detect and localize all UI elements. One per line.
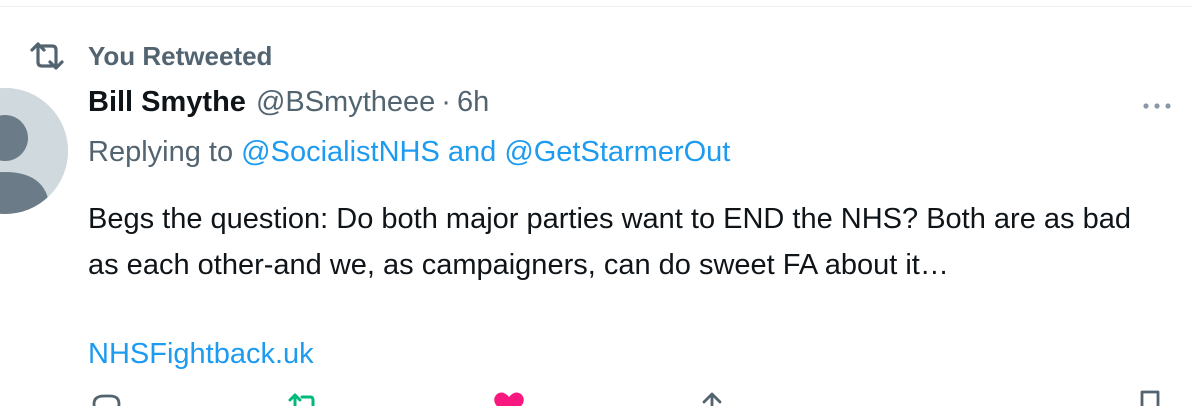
action-bar: [88, 390, 1168, 406]
mention-link[interactable]: @GetStarmerOut: [504, 136, 730, 168]
reply-icon[interactable]: [88, 390, 124, 406]
tweet-link[interactable]: NHSFightback.uk: [88, 334, 314, 374]
tweet-time[interactable]: 6h: [457, 86, 489, 119]
more-dots-icon: [1143, 103, 1171, 109]
more-options-button[interactable]: [1140, 94, 1174, 118]
tweet-header: Bill Smythe @BSmytheee · 6h: [88, 86, 489, 126]
retweet-icon: [28, 41, 66, 71]
replying-to: Replying to @SocialistNHS and @GetStarme…: [88, 136, 730, 169]
author-name[interactable]: Bill Smythe: [88, 86, 246, 119]
share-icon[interactable]: [694, 390, 730, 406]
avatar[interactable]: [0, 88, 68, 214]
tweet-card[interactable]: You Retweeted Bill Smythe @BSmytheee · 6…: [0, 0, 1192, 406]
divider: [0, 6, 1192, 7]
retweet-label: You Retweeted: [88, 40, 273, 71]
separator-dot: ·: [441, 86, 451, 118]
replying-to-label: Replying to: [88, 136, 242, 168]
tweet-text: Begs the question: Do both major parties…: [88, 203, 1131, 281]
retweet-indicator: You Retweeted: [28, 38, 272, 74]
bookmark-icon[interactable]: [1132, 390, 1168, 406]
retweet-icon[interactable]: [286, 390, 322, 406]
like-icon[interactable]: [491, 390, 527, 406]
author-handle[interactable]: @BSmytheee: [256, 86, 435, 119]
replying-to-conjunction: and: [439, 136, 505, 168]
mention-link[interactable]: @SocialistNHS: [241, 136, 440, 168]
